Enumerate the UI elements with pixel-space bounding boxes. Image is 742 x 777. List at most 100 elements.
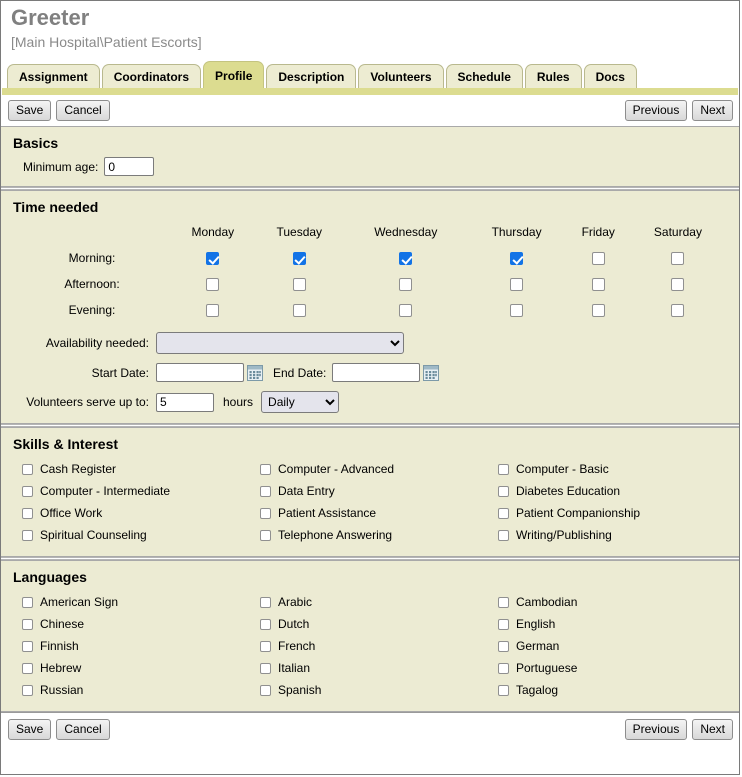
checkbox-patient-companionship[interactable] — [498, 507, 509, 519]
option-row[interactable]: Computer - Intermediate — [13, 480, 251, 502]
checkbox-afternoon-wednesday[interactable] — [399, 278, 413, 292]
day-header-saturday: Saturday — [653, 225, 702, 239]
cancel-button-bottom[interactable]: Cancel — [56, 719, 110, 740]
option-row[interactable]: Italian — [251, 657, 489, 679]
start-date-input[interactable] — [156, 363, 244, 382]
save-button-bottom[interactable]: Save — [8, 719, 52, 740]
option-row[interactable]: Chinese — [13, 613, 251, 635]
availability-select[interactable] — [156, 332, 404, 354]
tab-assignment[interactable]: Assignment — [7, 64, 100, 88]
checkbox-morning-thursday[interactable] — [510, 252, 524, 266]
option-row[interactable]: Patient Assistance — [251, 502, 489, 524]
tab-coordinators[interactable]: Coordinators — [101, 64, 202, 88]
option-row[interactable]: Spiritual Counseling — [13, 524, 251, 546]
option-row[interactable]: Finnish — [13, 635, 251, 657]
option-row[interactable]: Spanish — [251, 679, 489, 701]
checkbox-cambodian[interactable] — [498, 596, 509, 608]
checkbox-afternoon-friday[interactable] — [591, 278, 605, 292]
checkbox-russian[interactable] — [22, 684, 33, 696]
option-row[interactable]: German — [489, 635, 727, 657]
end-date-input[interactable] — [332, 363, 421, 382]
checkbox-morning-monday[interactable] — [206, 252, 220, 266]
option-row[interactable]: Writing/Publishing — [489, 524, 727, 546]
option-row[interactable]: Portuguese — [489, 657, 727, 679]
option-row[interactable]: Cash Register — [13, 458, 251, 480]
end-date-label: End Date: — [273, 365, 327, 380]
checkbox-evening-saturday[interactable] — [671, 304, 685, 318]
tab-docs[interactable]: Docs — [583, 64, 637, 88]
cancel-button-top[interactable]: Cancel — [56, 100, 110, 121]
option-label: Hebrew — [40, 661, 82, 675]
checkbox-afternoon-monday[interactable] — [206, 278, 220, 292]
checkbox-italian[interactable] — [260, 662, 271, 674]
option-row[interactable]: Russian — [13, 679, 251, 701]
option-row[interactable]: Data Entry — [251, 480, 489, 502]
next-button-bottom[interactable]: Next — [692, 719, 733, 740]
serve-hours-input[interactable] — [156, 392, 214, 412]
checkbox-data-entry[interactable] — [260, 485, 271, 497]
checkbox-afternoon-thursday[interactable] — [510, 278, 524, 292]
option-row[interactable]: Telephone Answering — [251, 524, 489, 546]
save-button-top[interactable]: Save — [8, 100, 52, 121]
checkbox-portuguese[interactable] — [498, 662, 509, 674]
option-row[interactable]: Computer - Basic — [489, 458, 727, 480]
option-label: Computer - Basic — [516, 462, 609, 476]
option-row[interactable]: Patient Companionship — [489, 502, 727, 524]
checkbox-arabic[interactable] — [260, 596, 271, 608]
checkbox-morning-saturday[interactable] — [671, 252, 685, 266]
checkbox-computer-intermediate[interactable] — [22, 485, 33, 497]
checkbox-evening-tuesday[interactable] — [292, 304, 306, 318]
checkbox-french[interactable] — [260, 640, 271, 652]
tab-profile[interactable]: Profile — [203, 61, 265, 88]
checkbox-cash-register[interactable] — [22, 463, 33, 475]
option-row[interactable]: Computer - Advanced — [251, 458, 489, 480]
option-row[interactable]: Cambodian — [489, 591, 727, 613]
checkbox-hebrew[interactable] — [22, 662, 33, 674]
previous-button-top[interactable]: Previous — [624, 100, 688, 121]
checkbox-dutch[interactable] — [260, 618, 271, 630]
option-row[interactable]: French — [251, 635, 489, 657]
start-date-calendar-icon[interactable] — [247, 364, 263, 381]
checkbox-afternoon-tuesday[interactable] — [292, 278, 306, 292]
option-row[interactable]: Office Work — [13, 502, 251, 524]
checkbox-tagalog[interactable] — [498, 684, 509, 696]
checkbox-finnish[interactable] — [22, 640, 33, 652]
tab-description[interactable]: Description — [266, 64, 357, 88]
option-row[interactable]: English — [489, 613, 727, 635]
checkbox-evening-monday[interactable] — [206, 304, 220, 318]
frequency-select[interactable]: DailyWeeklyMonthly — [261, 391, 340, 413]
checkbox-spiritual-counseling[interactable] — [22, 529, 33, 541]
end-date-calendar-icon[interactable] — [423, 364, 440, 381]
checkbox-diabetes-education[interactable] — [498, 485, 509, 497]
checkbox-chinese[interactable] — [22, 618, 33, 630]
option-row[interactable]: Dutch — [251, 613, 489, 635]
previous-button-bottom[interactable]: Previous — [624, 719, 688, 740]
checkbox-evening-thursday[interactable] — [510, 304, 524, 318]
next-button-top[interactable]: Next — [692, 100, 733, 121]
checkbox-writing-publishing[interactable] — [498, 529, 509, 541]
checkbox-telephone-answering[interactable] — [260, 529, 271, 541]
checkbox-patient-assistance[interactable] — [260, 507, 271, 519]
tab-volunteers[interactable]: Volunteers — [358, 64, 444, 88]
option-row[interactable]: Arabic — [251, 591, 489, 613]
checkbox-evening-wednesday[interactable] — [399, 304, 413, 318]
checkbox-computer-advanced[interactable] — [260, 463, 271, 475]
checkbox-morning-tuesday[interactable] — [292, 252, 306, 266]
checkbox-office-work[interactable] — [22, 507, 33, 519]
option-row[interactable]: Hebrew — [13, 657, 251, 679]
checkbox-spanish[interactable] — [260, 684, 271, 696]
option-row[interactable]: Diabetes Education — [489, 480, 727, 502]
checkbox-afternoon-saturday[interactable] — [671, 278, 685, 292]
checkbox-english[interactable] — [498, 618, 509, 630]
option-row[interactable]: Tagalog — [489, 679, 727, 701]
checkbox-computer-basic[interactable] — [498, 463, 509, 475]
tab-rules[interactable]: Rules — [524, 64, 582, 88]
checkbox-morning-friday[interactable] — [591, 252, 605, 266]
tab-schedule[interactable]: Schedule — [445, 64, 523, 88]
minimum-age-input[interactable] — [104, 157, 155, 176]
checkbox-evening-friday[interactable] — [591, 304, 605, 318]
checkbox-morning-wednesday[interactable] — [399, 252, 413, 266]
checkbox-american-sign[interactable] — [22, 596, 33, 608]
option-row[interactable]: American Sign — [13, 591, 251, 613]
checkbox-german[interactable] — [498, 640, 509, 652]
